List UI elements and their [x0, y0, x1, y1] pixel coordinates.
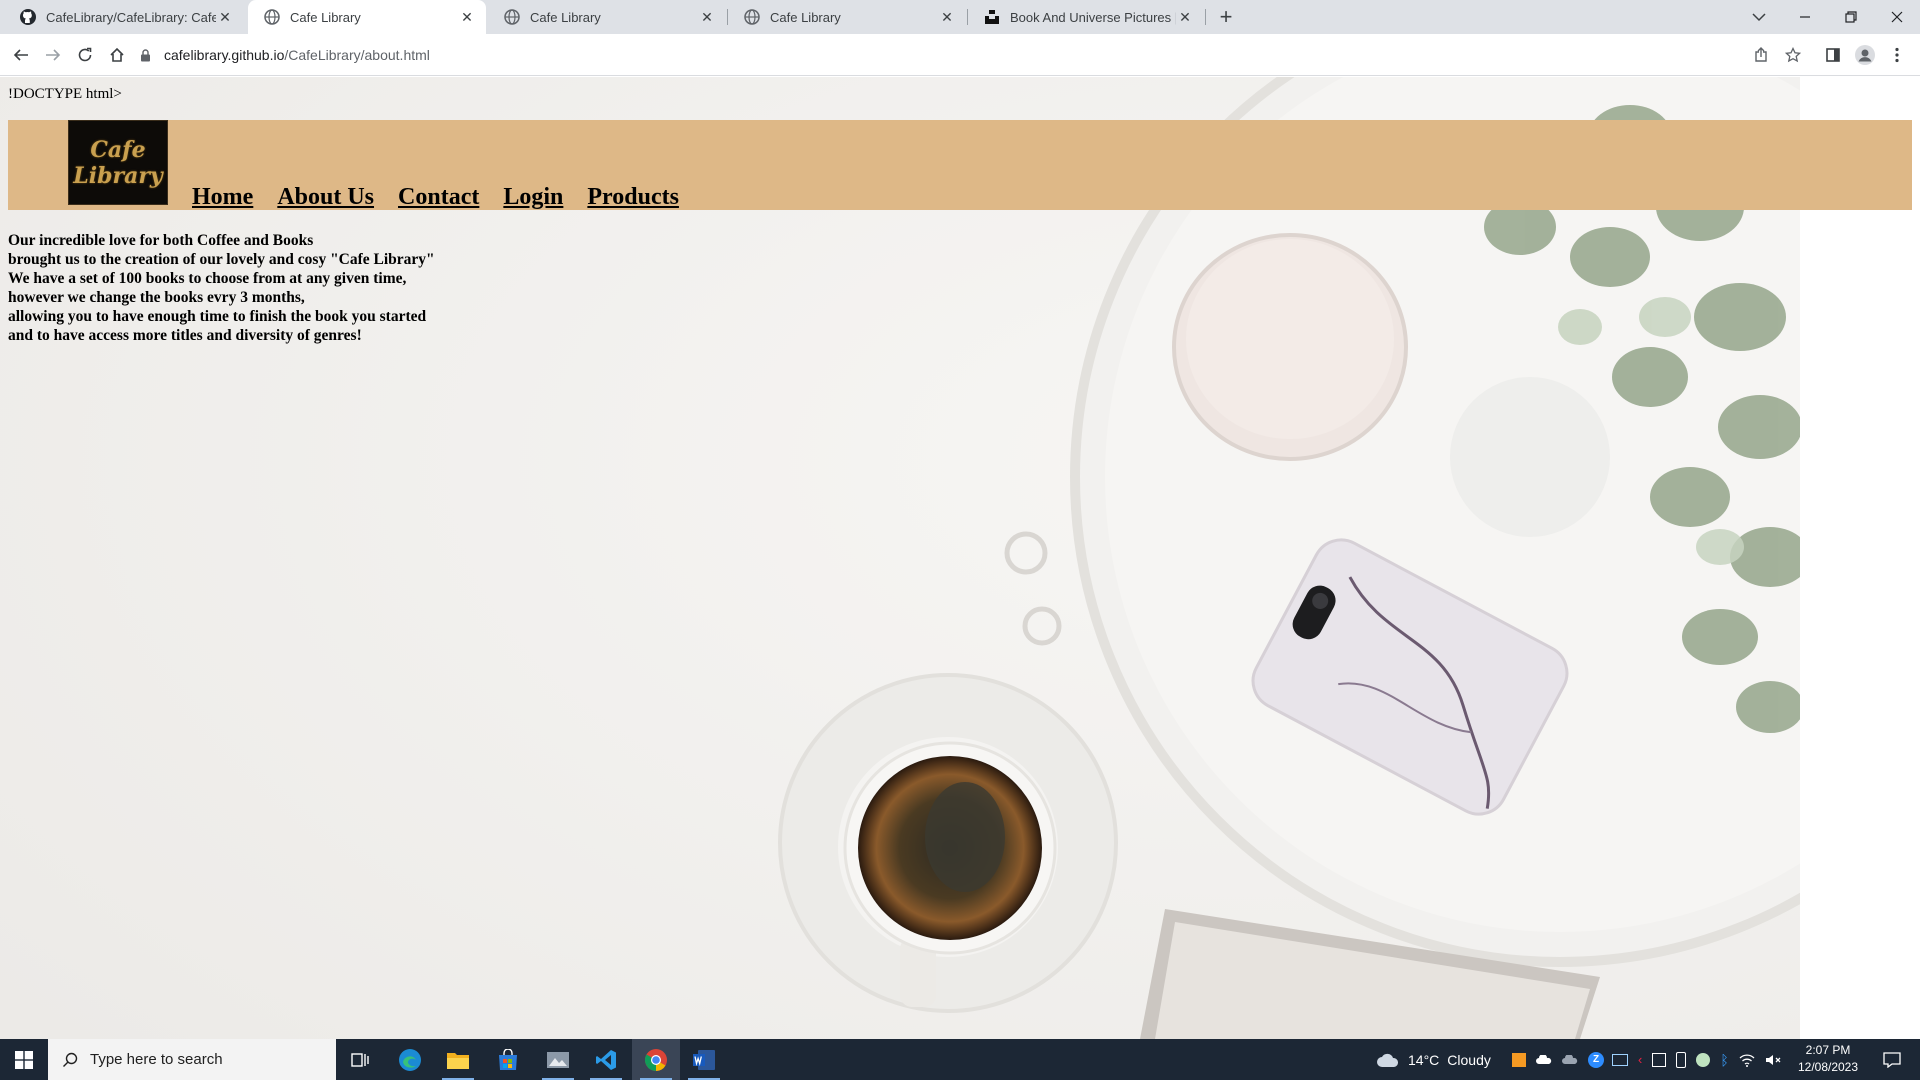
- home-icon[interactable]: [102, 40, 132, 70]
- clock-date: 12/08/2023: [1797, 1060, 1859, 1074]
- nav-link-home[interactable]: Home: [192, 184, 253, 210]
- bluetooth-icon[interactable]: ᛒ: [1720, 1052, 1728, 1068]
- tab-cafe-library-2[interactable]: Cafe Library ✕: [488, 0, 726, 34]
- cloud-icon: [1376, 1052, 1400, 1068]
- github-icon: [20, 9, 36, 25]
- weather-temp: 14°C: [1408, 1051, 1440, 1068]
- vscode-icon[interactable]: [582, 1039, 630, 1080]
- tab-separator: [1205, 9, 1206, 25]
- tab-unsplash[interactable]: Book And Universe Pictures | Dow ✕: [968, 0, 1204, 34]
- globe-icon: [744, 9, 760, 25]
- cafe-library-logo[interactable]: Cafe Library: [68, 120, 168, 205]
- chrome-icon[interactable]: [632, 1039, 680, 1080]
- about-line: brought us to the creation of our lovely…: [8, 251, 435, 268]
- side-panel-icon[interactable]: [1820, 42, 1846, 68]
- about-line: and to have access more titles and diver…: [8, 327, 362, 344]
- volume-muted-icon[interactable]: [1765, 1053, 1781, 1067]
- close-icon[interactable]: ✕: [216, 8, 234, 26]
- close-icon[interactable]: ✕: [458, 8, 476, 26]
- bookmark-star-icon[interactable]: [1780, 42, 1806, 68]
- tab-search-chevron-icon[interactable]: [1736, 0, 1782, 34]
- close-window-icon[interactable]: [1874, 0, 1920, 34]
- tab-title: Cafe Library: [770, 9, 841, 25]
- paint-icon[interactable]: [1696, 1052, 1711, 1067]
- sync-arrow-icon[interactable]: ‹: [1638, 1052, 1642, 1067]
- search-placeholder: Type here to search: [90, 1051, 223, 1068]
- url-host: cafelibrary.github.io: [164, 47, 285, 63]
- stray-doctype-text: !DOCTYPE html>: [8, 86, 122, 102]
- display-icon[interactable]: [1612, 1053, 1628, 1066]
- forward-arrow-icon[interactable]: [38, 40, 68, 70]
- store-icon[interactable]: [484, 1039, 532, 1080]
- edge-icon[interactable]: [386, 1039, 434, 1080]
- tab-github[interactable]: CafeLibrary/CafeLibrary: Cafe Libr ✕: [4, 0, 244, 34]
- about-paragraph: Our incredible love for both Coffee and …: [8, 231, 435, 345]
- tab-title: CafeLibrary/CafeLibrary: Cafe Libr: [46, 9, 216, 25]
- close-icon[interactable]: ✕: [698, 8, 716, 26]
- logo-line-2: Library: [73, 162, 163, 189]
- url-path: /CafeLibrary/about.html: [284, 47, 430, 63]
- globe-icon: [264, 9, 280, 25]
- close-icon[interactable]: ✕: [1176, 8, 1194, 26]
- task-view-icon[interactable]: [336, 1039, 384, 1080]
- nav-link-products[interactable]: Products: [587, 184, 679, 210]
- nav-link-login[interactable]: Login: [503, 184, 563, 210]
- restore-icon[interactable]: [1828, 0, 1874, 34]
- usb-drive-icon[interactable]: [1676, 1051, 1687, 1068]
- network-adapter-icon[interactable]: [1652, 1052, 1667, 1067]
- share-icon[interactable]: [1748, 42, 1774, 68]
- minimize-icon[interactable]: [1782, 0, 1828, 34]
- tab-title: Book And Universe Pictures | Dow: [1010, 9, 1176, 25]
- taskbar-clock[interactable]: 2:07 PM 12/08/2023: [1796, 1042, 1860, 1076]
- app-tray-orange-icon[interactable]: [1512, 1052, 1526, 1067]
- tab-title: Cafe Library: [290, 9, 361, 25]
- word-icon[interactable]: [680, 1039, 728, 1080]
- onedrive-offline-icon[interactable]: [1562, 1054, 1578, 1065]
- more-menu-icon[interactable]: [1884, 42, 1910, 68]
- browser-toolbar: cafelibrary.github.io/CafeLibrary/about.…: [0, 34, 1920, 76]
- about-line: however we change the books evry 3 month…: [8, 289, 305, 306]
- unsplash-icon: [984, 9, 1000, 25]
- nav-link-about-us[interactable]: About Us: [277, 184, 374, 210]
- zoom-icon[interactable]: Z: [1588, 1051, 1604, 1068]
- tab-title: Cafe Library: [530, 9, 601, 25]
- weather-desc: Cloudy: [1447, 1051, 1491, 1068]
- search-icon: [62, 1052, 78, 1068]
- windows-taskbar: Type here to search 14°C Cloudy Z ‹ ᛒ 2:…: [0, 1039, 1920, 1080]
- main-nav: Home About Us Contact Login Products: [192, 184, 703, 210]
- page-viewport: !DOCTYPE html> Cafe Library Home About U…: [0, 77, 1920, 1039]
- back-arrow-icon[interactable]: [6, 40, 36, 70]
- about-line: Our incredible love for both Coffee and …: [8, 232, 314, 249]
- profile-avatar-icon[interactable]: [1852, 42, 1878, 68]
- new-tab-button[interactable]: +: [1213, 4, 1239, 30]
- taskbar-search-box[interactable]: Type here to search: [48, 1039, 336, 1080]
- wifi-icon[interactable]: [1739, 1053, 1755, 1067]
- address-bar[interactable]: cafelibrary.github.io/CafeLibrary/about.…: [140, 39, 1780, 71]
- tab-cafe-library-3[interactable]: Cafe Library ✕: [728, 0, 966, 34]
- onedrive-icon[interactable]: [1536, 1054, 1552, 1065]
- about-line: We have a set of 100 books to choose fro…: [8, 270, 407, 287]
- file-explorer-icon[interactable]: [434, 1039, 482, 1080]
- close-icon[interactable]: ✕: [938, 8, 956, 26]
- clock-time: 2:07 PM: [1805, 1043, 1851, 1057]
- about-line: allowing you to have enough time to fini…: [8, 308, 427, 325]
- weather-widget[interactable]: 14°C Cloudy: [1376, 1039, 1491, 1080]
- photos-icon[interactable]: [534, 1039, 582, 1080]
- tab-cafe-library-active[interactable]: Cafe Library ✕: [248, 0, 486, 34]
- globe-icon: [504, 9, 520, 25]
- background-photo: [0, 77, 1800, 1039]
- site-header: Cafe Library Home About Us Contact Login…: [8, 120, 1912, 210]
- logo-line-1: Cafe: [90, 136, 146, 163]
- browser-tab-strip: CafeLibrary/CafeLibrary: Cafe Libr ✕ Caf…: [0, 0, 1920, 34]
- reload-icon[interactable]: [70, 40, 100, 70]
- notification-center-icon[interactable]: [1872, 1039, 1912, 1080]
- system-tray-icons: Z ‹ ᛒ: [1512, 1039, 1781, 1080]
- windows-start-icon[interactable]: [0, 1039, 48, 1080]
- lock-icon[interactable]: [140, 48, 154, 62]
- nav-link-contact[interactable]: Contact: [398, 184, 479, 210]
